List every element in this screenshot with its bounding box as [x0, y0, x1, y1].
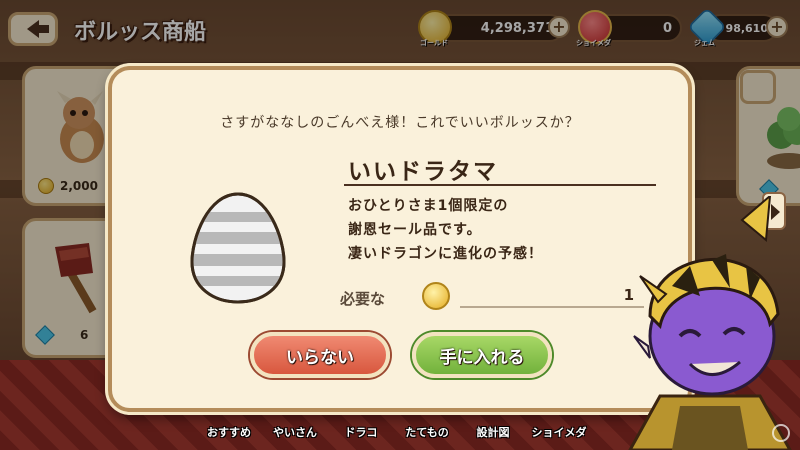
gold-coin-icon: [422, 282, 450, 310]
tab-blueprints[interactable]: 設計図: [460, 424, 526, 440]
item-description-line: 謝恩セール品です。: [348, 222, 482, 238]
cancel-button[interactable]: いらない: [250, 332, 390, 378]
tab-buildings[interactable]: たてもの: [394, 424, 460, 440]
required-underline: [460, 306, 644, 308]
watermark-logo: [772, 424, 790, 442]
required-label: 必要な: [340, 290, 386, 308]
tab-recommended[interactable]: おすすめ: [196, 424, 262, 440]
cancel-button-label: いらない: [286, 347, 354, 368]
tab-dragon[interactable]: ドラコ: [328, 424, 394, 440]
dialog-prompt: さすがななしのごんべえ様！これでいいボルッスか？: [220, 115, 580, 131]
item-description-line: おひとりさま1個限定の: [348, 198, 509, 214]
confirm-purchase-button[interactable]: 手に入れる: [412, 332, 552, 378]
striped-egg-icon: [188, 190, 288, 306]
shopkeeper-character: [620, 193, 800, 450]
purchase-dialog: さすがななしのごんべえ様！これでいいボルッスか？ いいドラタマ おひとりさま1個…: [108, 66, 692, 412]
item-description: おひとりさま1個限定の 謝恩セール品です。 凄いドラゴンに進化の予感！: [348, 194, 543, 266]
item-description-line: 凄いドラゴンに進化の予感！: [348, 246, 543, 262]
bottom-tab-bar: おすすめ やいさん ドラコ たてもの 設計図 ショイメダ: [196, 424, 592, 440]
tab-yaisan[interactable]: やいさん: [262, 424, 328, 440]
item-name-underline: [344, 184, 656, 186]
item-name: いいドラタマ: [348, 159, 498, 185]
tab-shoimeda[interactable]: ショイメダ: [526, 424, 592, 440]
confirm-button-label: 手に入れる: [439, 347, 525, 368]
